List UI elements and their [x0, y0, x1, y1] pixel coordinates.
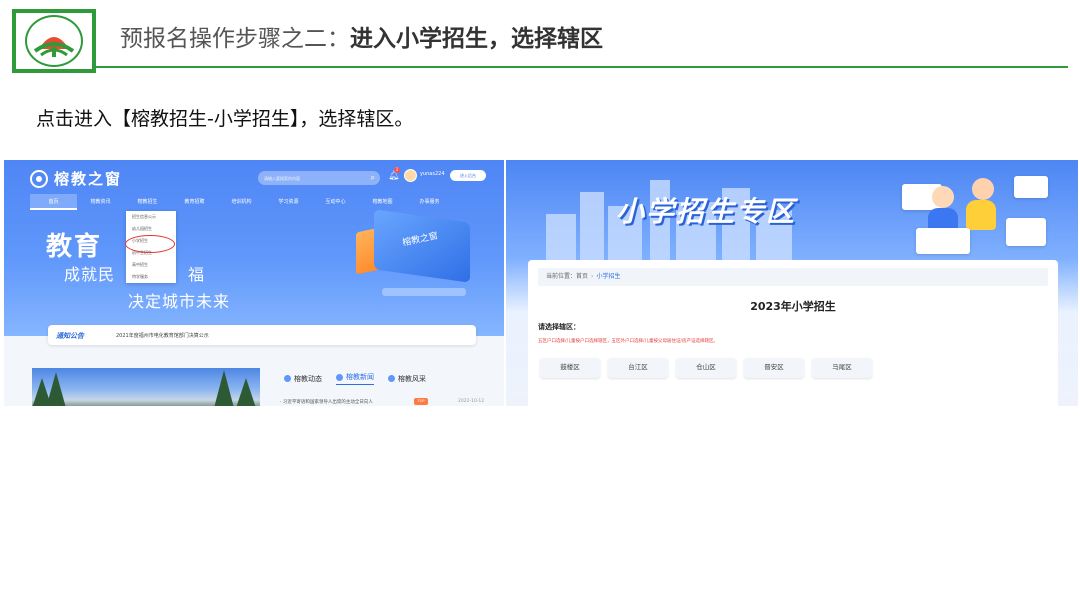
search-icon[interactable]: ⌕: [371, 173, 375, 183]
nav-item-resources[interactable]: 学习资源: [265, 194, 312, 210]
slide-title-emphasis: 进入小学招生，选择辖区: [350, 26, 603, 52]
school-logo: [12, 9, 96, 73]
notice-bar[interactable]: 通知公告 2021年度福州市电化教育馆部门决算公示: [48, 325, 476, 345]
portal-search-input[interactable]: [264, 175, 364, 181]
news-date: 2022-10-12: [458, 399, 485, 404]
news-list-item[interactable]: · 习近平寄语和国家领导人出席的主动全日向人: [280, 399, 486, 405]
username[interactable]: yunas224: [420, 171, 445, 177]
dropdown-item-kindergarten[interactable]: 幼儿园招生: [126, 223, 176, 235]
title-divider: [96, 66, 1068, 68]
avatar[interactable]: [404, 169, 417, 182]
hero-illustration: 榕教之窗: [356, 208, 474, 300]
breadcrumb: 当前位置：首页 › 小学招生: [538, 268, 1048, 286]
portal-brand-name: 榕教之窗: [54, 170, 123, 188]
top-badge: TOP: [414, 398, 428, 405]
students-illustration: [902, 170, 1052, 260]
star-icon: [388, 375, 395, 382]
tab-label: 榕教新闻: [346, 373, 374, 381]
page-title: 2023年小学招生: [750, 300, 836, 313]
dropdown-item-senior[interactable]: 高中招生: [126, 259, 176, 271]
tab-gallery[interactable]: 榕教风采: [388, 372, 426, 385]
tree-icon: [214, 370, 234, 406]
dropdown-item-special[interactable]: 特学服务: [126, 271, 176, 283]
breadcrumb-current[interactable]: 小学招生: [596, 273, 620, 280]
nav-item-recruitment[interactable]: 教育招聘: [171, 194, 218, 210]
hero-subline-a: 成就民: [64, 265, 116, 284]
enrollment-zone-screenshot: 小学招生专区 当前位置：首页 › 小学招生 2023年小学招生 请选择辖区： 五区户…: [506, 160, 1078, 406]
district-button-cangshan[interactable]: 仓山区: [676, 358, 736, 378]
nav-item-training[interactable]: 培训机构: [218, 194, 265, 210]
enrollment-card: 当前位置：首页 › 小学招生 2023年小学招生 请选择辖区： 五区户口选择/儿童按…: [528, 260, 1058, 406]
breadcrumb-home[interactable]: 首页: [576, 273, 588, 280]
tree-icon: [46, 372, 66, 406]
chevron-right-icon: ›: [591, 273, 594, 280]
district-button-jinan[interactable]: 晋安区: [744, 358, 804, 378]
keyboard-icon: [382, 288, 466, 296]
hero-headline: 教育: [46, 232, 103, 262]
nav-item-news[interactable]: 榕教资讯: [77, 194, 124, 210]
dropdown-item-notice[interactable]: 招生信息公示: [126, 211, 176, 223]
district-button-taijiang[interactable]: 台江区: [608, 358, 668, 378]
highlight-circle: [125, 235, 175, 253]
district-button-mawei[interactable]: 马尾区: [812, 358, 872, 378]
hero-subline-c: 决定城市未来: [128, 292, 231, 311]
news-tabs: 榕教动态 榕教新闻 榕教风采: [284, 372, 426, 385]
slide-title: 预报名操作步骤之二：进入小学招生，选择辖区: [120, 19, 603, 53]
notice-text[interactable]: 2021年度福州市电化教育馆部门决算公示: [116, 332, 209, 339]
portal-logo-icon: [30, 169, 48, 188]
monitor-icon: [374, 209, 470, 283]
chat-icon: [284, 375, 291, 382]
portal-brand[interactable]: 榕教之窗: [30, 168, 122, 189]
district-button-gulou[interactable]: 鼓楼区: [540, 358, 600, 378]
school-logo-emblem-icon: [25, 15, 83, 67]
zone-title: 小学招生专区: [616, 195, 797, 228]
instruction-text: 点击进入【榕教招生-小学招生】，选择辖区。: [36, 108, 414, 130]
portal-search-box[interactable]: ⌕: [258, 171, 380, 185]
notification-badge: 1: [394, 167, 400, 173]
breadcrumb-prefix: 当前位置：: [546, 273, 577, 280]
notice-tag: 通知公告: [56, 332, 84, 340]
tab-dynamics[interactable]: 榕教动态: [284, 372, 322, 385]
nav-item-enrollment[interactable]: 榕教招生: [124, 194, 171, 210]
nav-item-interaction[interactable]: 互动中心: [312, 194, 359, 210]
tab-label: 榕教动态: [294, 374, 322, 383]
district-label: 请选择辖区：: [538, 323, 580, 331]
portal-banner: 榕教之窗 ⌕ 🔔︎1 yunas224 进入后台 首页 榕教资讯 榕教招生 教育…: [4, 160, 504, 336]
tree-icon: [236, 378, 256, 406]
district-note: 五区户口选择/儿童按户口选择辖区，五区外户口选择/儿童按父母居住证/房产证选择辖…: [538, 339, 719, 344]
district-options: 鼓楼区 台江区 仓山区 晋安区 马尾区: [540, 358, 872, 378]
portal-screenshot: 榕教之窗 ⌕ 🔔︎1 yunas224 进入后台 首页 榕教资讯 榕教招生 教育…: [4, 160, 504, 406]
news-icon: [336, 373, 343, 381]
landscape-photo[interactable]: [32, 368, 260, 406]
tab-label: 榕教风采: [398, 374, 426, 383]
nav-item-home[interactable]: 首页: [30, 194, 77, 210]
slide-title-prefix: 预报名操作步骤之二：: [120, 26, 350, 52]
tab-news[interactable]: 榕教新闻: [336, 372, 374, 385]
enter-backend-button[interactable]: 进入后台: [450, 170, 486, 181]
bell-icon[interactable]: 🔔︎ 1: [388, 167, 400, 182]
hero-subline-b: 福: [188, 265, 205, 284]
